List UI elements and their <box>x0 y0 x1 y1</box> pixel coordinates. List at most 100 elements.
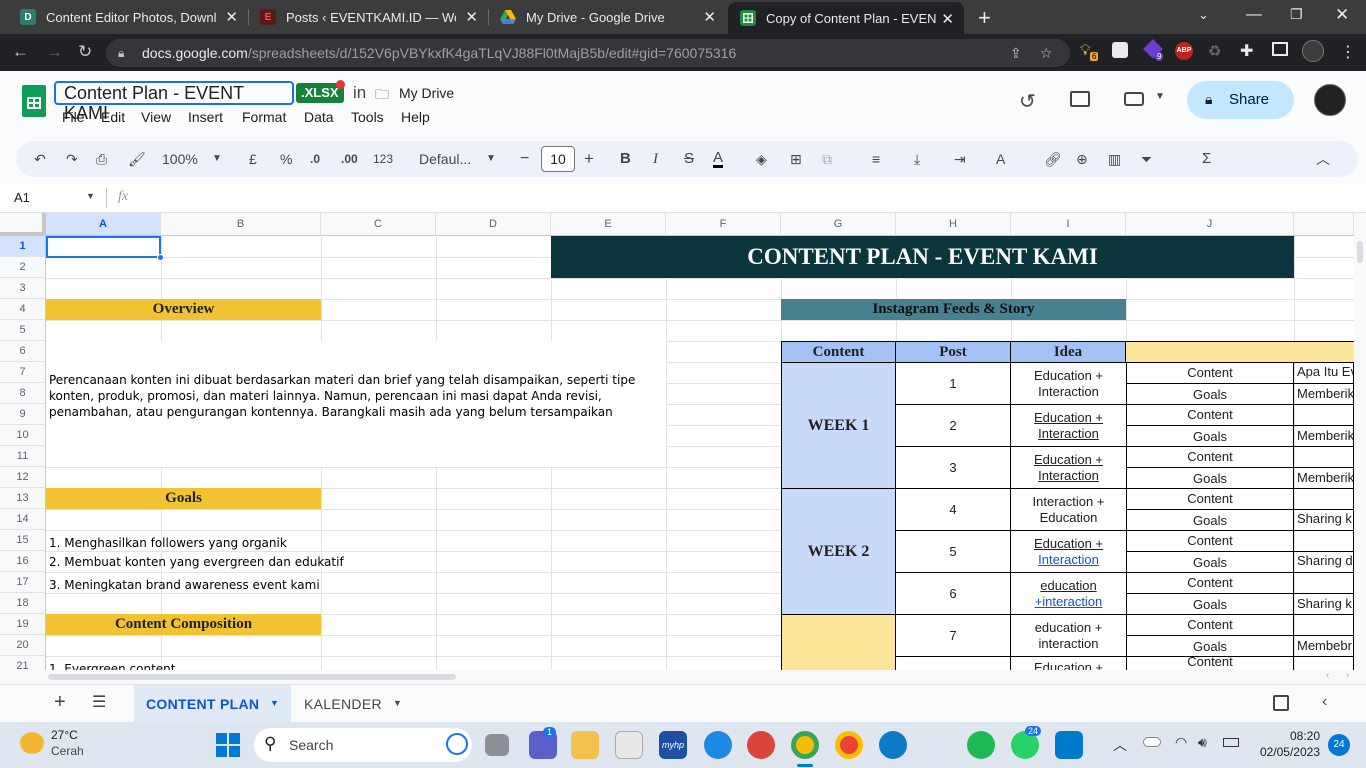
instagram-section-header[interactable]: Instagram Feeds & Story <box>781 299 1126 320</box>
new-tab-button[interactable]: + <box>978 5 991 31</box>
adblock-icon[interactable]: ABP <box>1175 42 1193 60</box>
k-value[interactable]: Memberik <box>1293 383 1354 405</box>
row-header[interactable]: 7 <box>0 362 46 383</box>
column-header-d[interactable]: D <box>436 213 551 236</box>
close-tab-icon[interactable]: ✕ <box>465 8 478 26</box>
column-header-c[interactable]: C <box>321 213 436 236</box>
fill-color-icon[interactable]: ◈ <box>756 150 767 168</box>
add-sheet-icon[interactable]: + <box>54 691 66 714</box>
spotify-icon[interactable] <box>967 731 995 759</box>
increase-font-size-button[interactable]: + <box>584 150 594 168</box>
back-icon[interactable]: ← <box>12 42 29 62</box>
table-header-content[interactable]: Content <box>781 341 896 363</box>
chrome-active-icon[interactable] <box>791 731 819 759</box>
row-header[interactable]: 19 <box>0 614 46 635</box>
filter-icon[interactable]: ⏷ <box>1141 150 1152 168</box>
share-page-icon[interactable]: ⇪ <box>1010 39 1022 67</box>
k-value[interactable] <box>1293 656 1354 670</box>
j-label[interactable]: Content <box>1126 362 1294 384</box>
chrome-profile-icon[interactable] <box>747 731 775 759</box>
redo-icon[interactable]: ↷ <box>66 150 78 168</box>
tab-posts-wordpress[interactable]: E Posts ‹ EVENTKAMI.ID — WordPr ✕ <box>248 0 488 34</box>
extensions-puzzle-icon[interactable]: ✚ <box>1240 41 1253 61</box>
post-number-cell[interactable] <box>895 656 1011 670</box>
side-panel-toggle-icon[interactable]: ‹ <box>1322 693 1327 711</box>
k-value[interactable] <box>1293 572 1354 594</box>
pocket-extension-icon[interactable] <box>1112 42 1128 58</box>
overview-label[interactable]: Overview <box>46 299 321 320</box>
whatsapp-icon[interactable]: 24 <box>1011 726 1042 759</box>
week-1-cell[interactable]: WEEK 1 <box>781 362 896 489</box>
row-header[interactable]: 17 <box>0 572 46 593</box>
j-label[interactable]: Content <box>1126 530 1294 552</box>
k-value[interactable]: Memberik <box>1293 467 1354 489</box>
post-number-cell[interactable]: 2 <box>895 404 1011 447</box>
comments-icon[interactable] <box>1070 91 1090 107</box>
file-explorer-icon[interactable] <box>571 731 599 759</box>
merge-cells-icon[interactable]: ⧉ <box>822 150 832 168</box>
k-value[interactable]: Sharing k <box>1293 509 1354 531</box>
idea-cell[interactable]: education +interaction <box>1010 572 1127 615</box>
strikethrough-button[interactable]: S <box>684 150 694 168</box>
row-header[interactable]: 21 <box>0 656 46 670</box>
select-all-corner[interactable] <box>0 213 46 236</box>
notification-badge[interactable]: 24 <box>1328 734 1350 756</box>
account-avatar[interactable] <box>1314 84 1346 116</box>
column-header-h[interactable]: H <box>896 213 1011 236</box>
italic-button[interactable]: I <box>653 150 658 168</box>
currency-format-button[interactable]: £ <box>249 150 257 168</box>
all-sheets-icon[interactable]: ☰ <box>92 692 106 712</box>
side-panel-icon[interactable] <box>1272 42 1288 56</box>
table-header-extra[interactable] <box>1126 341 1354 363</box>
reload-icon[interactable]: ↻ <box>78 42 92 62</box>
name-box[interactable]: A1 <box>14 190 30 205</box>
horizontal-align-icon[interactable]: ≡ <box>872 150 880 168</box>
row-header[interactable]: 11 <box>0 446 46 467</box>
close-tab-icon[interactable]: ✕ <box>703 8 716 26</box>
window-close-icon[interactable]: ✕ <box>1335 5 1349 25</box>
horizontal-scrollbar[interactable]: ‹ › <box>0 670 1366 684</box>
k-value[interactable] <box>1293 404 1354 426</box>
task-view-icon[interactable] <box>485 734 509 756</box>
borders-icon[interactable]: ⊞ <box>790 150 802 168</box>
zoom-select[interactable]: 100% <box>162 150 198 168</box>
percent-format-button[interactable]: % <box>280 150 292 168</box>
row-header[interactable]: 2 <box>0 257 46 278</box>
print-icon[interactable]: ⎙ <box>96 150 107 168</box>
menu-insert[interactable]: Insert <box>188 109 223 125</box>
recycle-extension-icon[interactable]: ♻︎ <box>1208 42 1221 60</box>
column-header-g[interactable]: G <box>781 213 896 236</box>
vertical-scrollbar[interactable] <box>1354 213 1366 670</box>
text-rotation-icon[interactable]: A <box>996 150 1005 168</box>
idea-cell[interactable]: Education + Interaction <box>1010 446 1127 489</box>
post-number-cell[interactable]: 1 <box>895 362 1011 405</box>
help-icon[interactable] <box>704 731 732 759</box>
weather-icon[interactable] <box>20 732 44 754</box>
idea-cell[interactable]: Education + Interaction <box>1010 530 1127 573</box>
row-header[interactable]: 18 <box>0 593 46 614</box>
column-header-e[interactable]: E <box>551 213 666 236</box>
tab-google-drive[interactable]: My Drive - Google Drive ✕ <box>488 0 726 34</box>
zoom-dropdown-icon[interactable]: ▼ <box>212 150 222 168</box>
tab-content-plan-active[interactable]: Copy of Content Plan - EVENT K ✕ <box>728 2 964 34</box>
sheet-tab-kalender[interactable]: KALENDER ▼ <box>293 685 413 723</box>
text-color-button[interactable]: A <box>713 150 724 168</box>
j-label[interactable]: Goals <box>1126 635 1294 657</box>
undo-icon[interactable]: ↶ <box>34 150 46 168</box>
k-value[interactable] <box>1293 488 1354 510</box>
content-composition-label[interactable]: Content Composition <box>46 614 321 635</box>
restore-icon[interactable]: ❐ <box>1290 6 1303 23</box>
row-header[interactable]: 9 <box>0 404 46 425</box>
row-header[interactable]: 1 <box>0 236 46 257</box>
menu-file[interactable]: File <box>62 109 85 125</box>
content-plan-banner[interactable]: CONTENT PLAN - EVENT KAMI <box>551 236 1294 278</box>
close-tab-icon[interactable]: ✕ <box>225 8 238 26</box>
j-label[interactable]: Goals <box>1126 467 1294 489</box>
post-number-cell[interactable]: 6 <box>895 572 1011 615</box>
row-header[interactable]: 12 <box>0 467 46 488</box>
idea-cell[interactable]: Interaction + Education <box>1010 488 1127 531</box>
battery-icon[interactable] <box>1223 738 1239 747</box>
column-header-f[interactable]: F <box>666 213 781 236</box>
sheet-tab-content-plan[interactable]: CONTENT PLAN ▼ <box>134 685 291 723</box>
goal-item[interactable]: 2. Membuat konten yang evergreen dan edu… <box>49 554 529 572</box>
